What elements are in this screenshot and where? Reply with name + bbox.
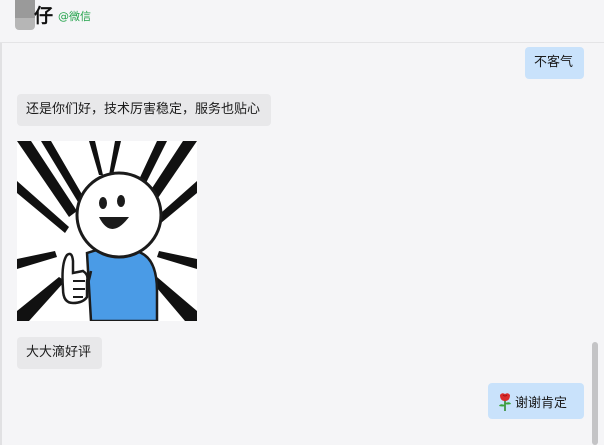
message-text: 还是你们好，技术厉害稳定，服务也贴心 — [26, 102, 261, 117]
contact-name[interactable]: 仔 — [34, 3, 53, 29]
sticker-image[interactable] — [17, 141, 197, 321]
window-left-border — [0, 0, 2, 445]
chat-header: 仔 @微信 — [0, 0, 604, 43]
message-bubble-incoming[interactable]: 大大滴好评 — [17, 337, 102, 369]
message-bubble-outgoing[interactable]: 谢谢肯定 — [488, 383, 584, 419]
message-text: 谢谢肯定 — [515, 396, 568, 411]
message-bubble-incoming[interactable]: 还是你们好，技术厉害稳定，服务也贴心 — [17, 94, 271, 126]
message-text: 不客气 — [534, 55, 574, 70]
contact-source-tag: @微信 — [58, 10, 91, 23]
chat-scrollbar-thumb[interactable] — [592, 342, 598, 445]
rose-emoji-icon — [497, 391, 513, 417]
message-bubble-outgoing[interactable]: 不客气 — [525, 47, 584, 79]
message-text: 大大滴好评 — [26, 345, 92, 360]
contact-avatar[interactable] — [15, 0, 35, 30]
thumbs-up-cartoon-sticker — [17, 141, 197, 321]
